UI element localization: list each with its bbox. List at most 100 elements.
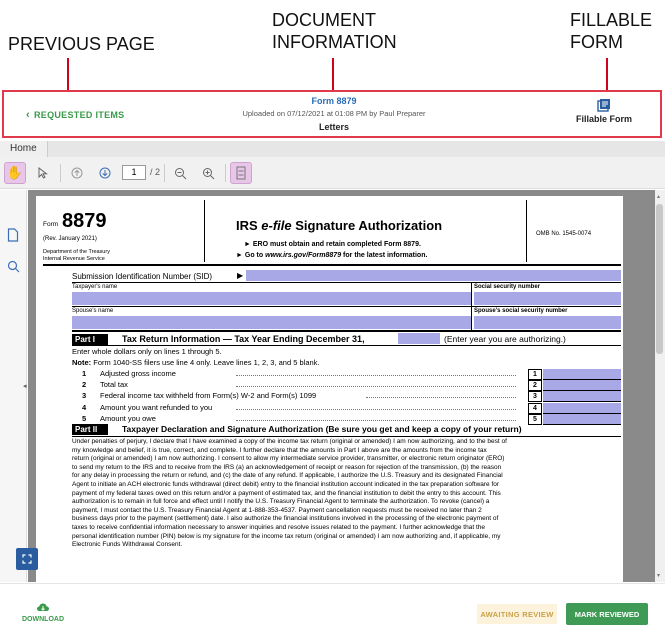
fit-page-button[interactable] (230, 162, 252, 184)
spouse-name-field[interactable] (72, 316, 471, 329)
line-box-number: 1 (528, 369, 542, 380)
select-tool-button[interactable] (32, 162, 54, 184)
document-category: Letters (318, 122, 349, 132)
download-button[interactable]: DOWNLOAD (22, 602, 64, 623)
vertical-rule (526, 200, 527, 262)
toolbar-divider (164, 164, 165, 182)
taxpayer-name-field[interactable] (72, 292, 471, 305)
dot-leader (236, 386, 516, 388)
arrow-right-icon: ▶ (237, 271, 244, 280)
sid-field[interactable] (246, 270, 621, 281)
declaration-line: authorization is to remain in full force… (72, 498, 490, 506)
viewer-sidebar: ◂ (0, 190, 27, 582)
mark-reviewed-button[interactable]: MARK REVIEWED (566, 603, 648, 625)
scrollbar-thumb[interactable] (656, 204, 663, 354)
horizontal-rule (72, 345, 621, 346)
line-label: Total tax (100, 380, 128, 390)
thumbnails-button[interactable] (7, 228, 21, 242)
upload-info: Uploaded on 07/12/2021 at 01:08 PM by Pa… (242, 109, 426, 118)
collapse-sidebar-icon[interactable]: ◂ (23, 382, 27, 390)
status-badge: AWAITING REVIEW (477, 604, 557, 624)
search-button[interactable] (7, 260, 21, 274)
fullscreen-button[interactable] (16, 548, 38, 570)
part1-title: Tax Return Information — Tax Year Ending… (122, 334, 365, 344)
pan-tool-button[interactable]: ✋ (4, 162, 26, 184)
document-canvas: Form 8879 (Rev. January 2021) Department… (28, 190, 655, 582)
line-label: Federal income tax withheld from Form(s)… (100, 391, 317, 401)
zoom-out-icon (174, 167, 186, 179)
horizontal-rule (72, 306, 621, 307)
part2-title: Taxpayer Declaration and Signature Autho… (122, 424, 522, 434)
horizontal-rule (72, 436, 621, 437)
tax-year-field[interactable] (398, 333, 440, 344)
annotation-line-document (332, 58, 334, 90)
annotation-fill-line1: FILLABLE (570, 10, 653, 30)
form-department: Department of the Treasury (43, 249, 110, 255)
line-number: 3 (82, 391, 87, 401)
page-number-input[interactable]: 1 (122, 165, 146, 180)
declaration-line: Electronic Funds Withdrawal Consent. (72, 541, 183, 549)
sid-label: Submission Identification Number (SID) (72, 272, 213, 281)
vertical-scrollbar[interactable]: ▴ ▾ (655, 190, 665, 582)
dot-leader (236, 419, 516, 421)
vertical-rule (204, 200, 205, 262)
declaration-line: payment of my federal taxes owed on this… (72, 489, 501, 497)
scroll-down-icon[interactable]: ▾ (657, 572, 660, 579)
fit-page-icon (236, 166, 246, 180)
annotation-doc-line2: INFORMATION (272, 32, 397, 52)
annotation-document-information: DOCUMENT INFORMATION (272, 9, 397, 53)
line-amount-field[interactable] (543, 413, 621, 425)
ssn-field[interactable] (474, 292, 621, 305)
annotation-fillable-form: FILLABLE FORM (570, 9, 652, 53)
annotation-doc-line1: DOCUMENT (272, 10, 376, 30)
viewer-toolbar: ✋ 1 / 2 (0, 157, 665, 189)
dot-leader (236, 375, 516, 376)
declaration-line: personal identification number (PIN) bel… (72, 532, 501, 540)
zoom-in-icon (202, 167, 214, 179)
fillable-form-label: Fillable Form (575, 114, 632, 124)
document-page: Form 8879 (Rev. January 2021) Department… (36, 196, 623, 582)
declaration-line: business days prior to the payment (sett… (72, 515, 499, 523)
line-number: 1 (82, 369, 87, 378)
hand-icon: ✋ (6, 165, 24, 180)
line-amount-field[interactable] (543, 402, 621, 414)
declaration-line: payment, I must contact the U.S. Treasur… (72, 506, 482, 514)
horizontal-rule (72, 282, 621, 283)
line-label: Amount you owe (100, 413, 156, 423)
spouse-ssn-field[interactable] (474, 316, 621, 329)
form-word: Form (43, 221, 59, 228)
tab-home[interactable]: Home (0, 141, 48, 157)
part2-tag: Part II (72, 424, 108, 435)
viewer-tab-bar: Home (0, 141, 665, 157)
document-info: Form 8879 Uploaded on 07/12/2021 at 01:0… (204, 96, 464, 132)
line-amount-field[interactable] (543, 369, 621, 380)
declaration-line: to send my return to the IRS and to rece… (72, 463, 502, 471)
fillable-form-button[interactable]: Fillable Form (576, 98, 632, 124)
line-amount-field[interactable] (543, 380, 621, 392)
download-label: DOWNLOAD (22, 616, 64, 623)
back-to-requested-items[interactable]: ‹ REQUESTED ITEMS (26, 109, 124, 120)
form-service: Internal Revenue Service (43, 256, 105, 262)
line-box-number: 4 (528, 402, 542, 414)
next-page-button[interactable] (94, 162, 116, 184)
declaration-line: my knowledge and belief, it is true, cor… (72, 446, 487, 454)
line-number: 4 (82, 402, 87, 412)
zoom-in-button[interactable] (197, 162, 219, 184)
declaration-line: for any delay in processing the return o… (72, 472, 503, 480)
line-label: Amount you want refunded to you (100, 402, 213, 412)
scroll-up-icon[interactable]: ▴ (657, 193, 660, 200)
annotation-previous-page: PREVIOUS PAGE (8, 34, 155, 54)
declaration-line: Under penalties of perjury, I declare th… (72, 438, 507, 445)
zoom-out-button[interactable] (169, 162, 191, 184)
dot-leader (236, 408, 516, 410)
declaration-line: Agent to initiate an ACH electronic fund… (72, 480, 500, 488)
taxpayer-name-label: Taxpayer's name (72, 284, 118, 290)
toolbar-divider (225, 164, 226, 182)
pointer-icon (38, 167, 48, 179)
dot-leader (366, 397, 516, 399)
line-amount-field[interactable] (543, 391, 621, 403)
declaration-text: Under penalties of perjury, I declare th… (72, 438, 624, 550)
whole-dollars-note: Enter whole dollars only on lines 1 thro… (72, 347, 222, 356)
previous-page-button[interactable] (66, 162, 88, 184)
page-total: / 2 (150, 167, 161, 177)
